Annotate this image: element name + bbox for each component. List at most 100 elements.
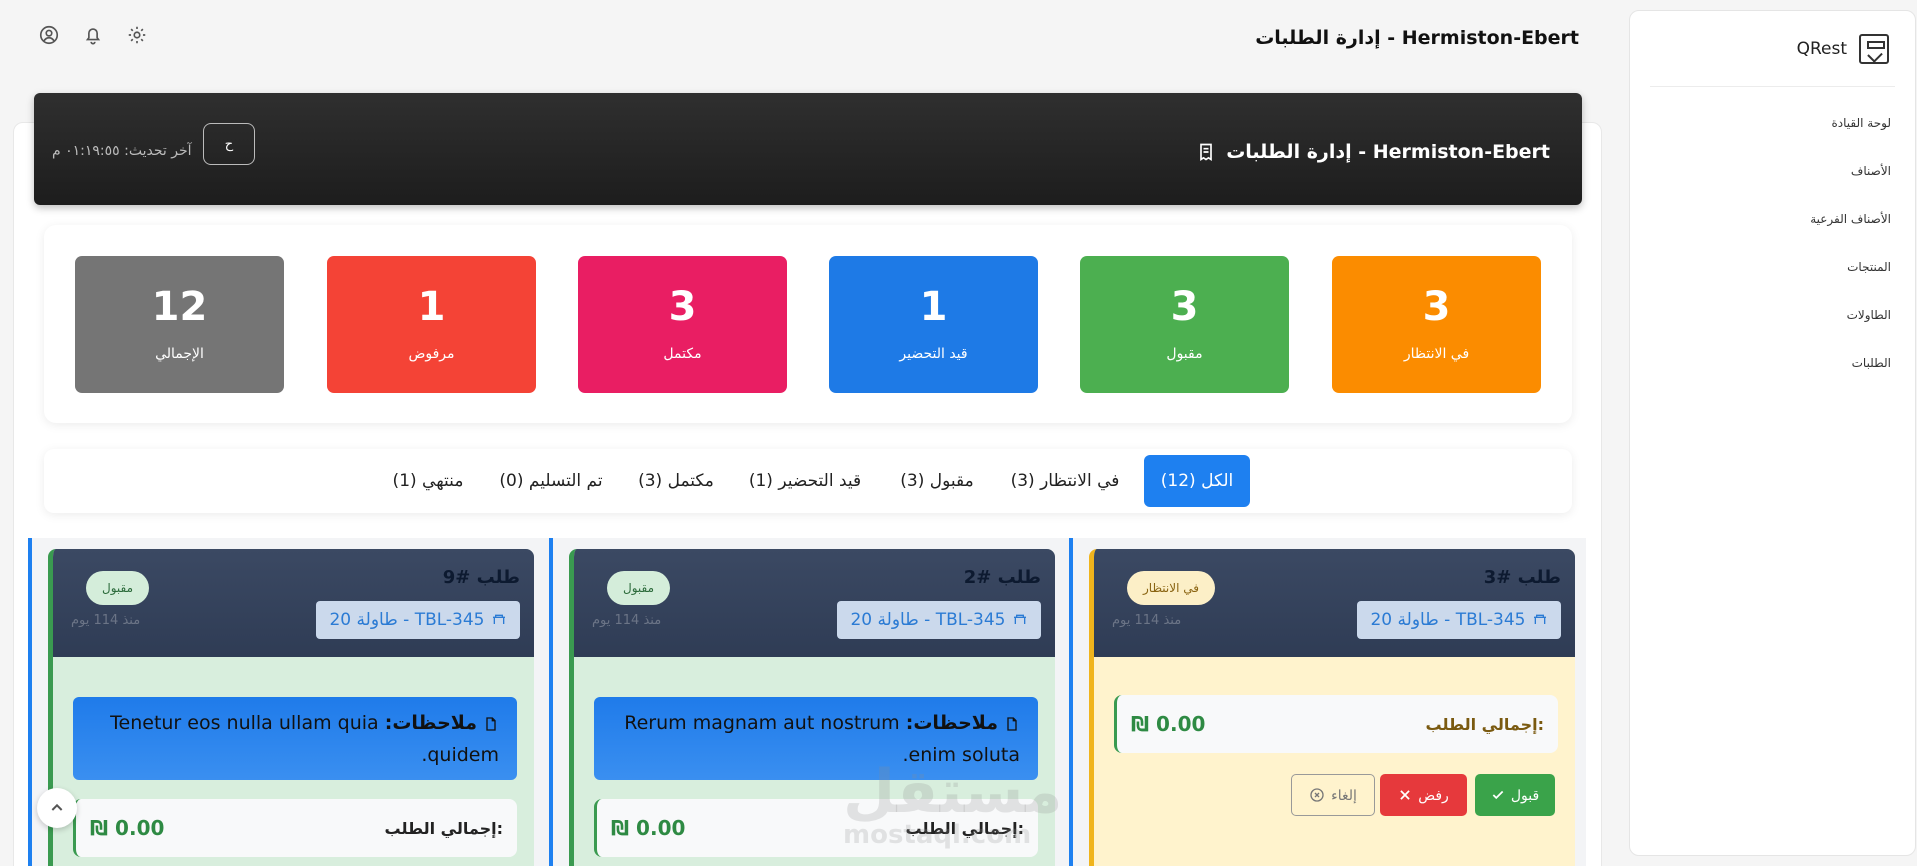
notes-label: ملاحظات: [384,712,477,734]
last-update-text: آخر تحديث: ٠١:١٩:٥٥ م [52,143,192,159]
watermark: مستقل mostaql.com [843,762,1062,848]
table-chip: طاولة 20 - TBL-345 [316,601,520,639]
total-label: إجمالي الطلب: [384,818,503,838]
order-age: منذ 114 يوم [71,613,141,628]
tab-pending[interactable]: في الانتظار (3) [1005,455,1125,507]
order-card[interactable]: طلب #9 طاولة 20 - TBL-345 مقبول منذ 114 … [48,549,534,866]
stat-total: 12 الإجمالي [75,256,284,393]
order-header: طلب #9 طاولة 20 - TBL-345 مقبول منذ 114 … [53,549,534,657]
cancel-button[interactable]: إلغاء [1291,774,1375,816]
filter-tabs: الكل (12) في الانتظار (3) مقبول (3) قيد … [44,449,1572,513]
stat-label: مرفوض [408,346,455,362]
stat-label: مكتمل [663,346,702,362]
stat-label: مقبول [1166,346,1203,362]
order-header: طلب #2 طاولة 20 - TBL-345 مقبول منذ 114 … [574,549,1055,657]
brand[interactable]: QRest [1650,11,1895,87]
tab-preparing[interactable]: قيد التحضير (1) [740,455,870,507]
close-icon [1398,788,1412,802]
table-chip-label: طاولة 20 - TBL-345 [1370,610,1526,630]
reject-button[interactable]: رفض [1380,774,1467,816]
check-icon [1491,788,1505,802]
cancel-label: إلغاء [1331,786,1357,803]
sidebar-item-dashboard[interactable]: لوحة القيادة [1630,99,1915,147]
sidebar-item-products[interactable]: المنتجات [1630,243,1915,291]
order-number: طلب #3 [1483,567,1561,588]
sidebar-item-orders[interactable]: الطلبات [1630,339,1915,387]
table-chip: طاولة 20 - TBL-345 [1357,601,1561,639]
tab-finished[interactable]: منتهي (1) [380,455,476,507]
tab-delivered[interactable]: تم التسليم (0) [491,455,611,507]
watermark-latin: mostaql.com [843,820,1032,850]
sidebar-nav: لوحة القيادة الأصناف الأصناف الفرعية الم… [1630,87,1915,387]
table-chip-label: طاولة 20 - TBL-345 [850,610,1006,630]
watermark-arabic: مستقل [843,757,1063,827]
stat-rejected: 1 مرفوض [327,256,536,393]
stat-value: 1 [417,284,446,330]
status-badge: مقبول [86,571,150,605]
sidebar: QRest لوحة القيادة الأصناف الأصناف الفرع… [1629,10,1916,856]
order-number: طلب #9 [442,567,520,588]
order-number: طلب #2 [963,567,1041,588]
tab-completed[interactable]: مكتمل (3) [626,455,726,507]
order-card[interactable]: طلب #3 طاولة 20 - TBL-345 في الانتظار من… [1089,549,1575,866]
brand-name: QRest [1796,38,1847,59]
order-header: طلب #3 طاولة 20 - TBL-345 في الانتظار من… [1094,549,1575,657]
user-circle-icon[interactable] [38,24,60,46]
stat-label: قيد التحضير [899,346,968,362]
status-badge: في الانتظار [1127,571,1215,605]
accept-button[interactable]: قبول [1475,774,1555,816]
order-notes: ملاحظات: Tenetur eos nulla ullam quia qu… [73,697,517,780]
order-age: منذ 114 يوم [592,613,662,628]
document-icon [483,716,499,732]
sidebar-item-subcategories[interactable]: الأصناف الفرعية [1630,195,1915,243]
stat-preparing: 1 قيد التحضير [829,256,1038,393]
order-total: ₪ 0.00 إجمالي الطلب: [73,799,517,857]
order-column: طلب #3 طاولة 20 - TBL-345 في الانتظار من… [1069,538,1586,866]
reject-label: رفض [1418,786,1449,803]
gear-icon[interactable] [126,24,148,46]
document-icon [1004,716,1020,732]
stat-value: 12 [151,284,208,330]
bell-icon[interactable] [82,24,104,46]
stat-value: 3 [668,284,697,330]
stat-value: 3 [1422,284,1451,330]
total-value: ₪ 0.00 [90,816,165,840]
stat-value: 3 [1170,284,1199,330]
tab-accepted[interactable]: مقبول (3) [887,455,987,507]
stat-pending: 3 في الانتظار [1332,256,1541,393]
table-chip-label: طاولة 20 - TBL-345 [329,610,485,630]
banner-title: إدارة الطلبات - Hermiston-Ebert [1196,141,1550,163]
brand-logo-icon [1859,33,1889,64]
stat-accepted: 3 مقبول [1080,256,1289,393]
notes-label: ملاحظات: [905,712,998,734]
topbar-icons [38,24,148,46]
total-value: ₪ 0.00 [1131,712,1206,736]
total-label: إجمالي الطلب: [1425,714,1544,734]
orders-grid: طلب #9 طاولة 20 - TBL-345 مقبول منذ 114 … [28,538,1586,866]
stat-value: 1 [919,284,948,330]
cancel-circle-icon [1309,787,1325,803]
table-icon [1012,612,1028,628]
order-total: ₪ 0.00 إجمالي الطلب: [1114,695,1558,753]
receipt-icon [1196,142,1216,162]
page-title: إدارة الطلبات - Hermiston-Ebert [1255,27,1579,49]
table-chip: طاولة 20 - TBL-345 [837,601,1041,639]
order-column: طلب #9 طاولة 20 - TBL-345 مقبول منذ 114 … [28,538,545,866]
header-banner: إدارة الطلبات - Hermiston-Ebert ح آخر تح… [34,93,1582,205]
sidebar-item-categories[interactable]: الأصناف [1630,147,1915,195]
accept-label: قبول [1510,786,1540,803]
stat-label: في الانتظار [1403,346,1470,362]
sidebar-item-tables[interactable]: الطاولات [1630,291,1915,339]
status-badge: مقبول [607,571,671,605]
stat-completed: 3 مكتمل [578,256,787,393]
tab-all[interactable]: الكل (12) [1144,455,1250,507]
stats-panel: 12 الإجمالي 1 مرفوض 3 مكتمل 1 قيد التحضي… [44,225,1572,423]
total-value: ₪ 0.00 [611,816,686,840]
scroll-to-top-button[interactable] [37,788,77,828]
refresh-button[interactable]: ح [203,123,255,165]
chevron-up-icon [49,800,65,816]
table-icon [491,612,507,628]
banner-title-text: إدارة الطلبات - Hermiston-Ebert [1226,141,1550,163]
stat-label: الإجمالي [155,346,204,362]
table-icon [1532,612,1548,628]
